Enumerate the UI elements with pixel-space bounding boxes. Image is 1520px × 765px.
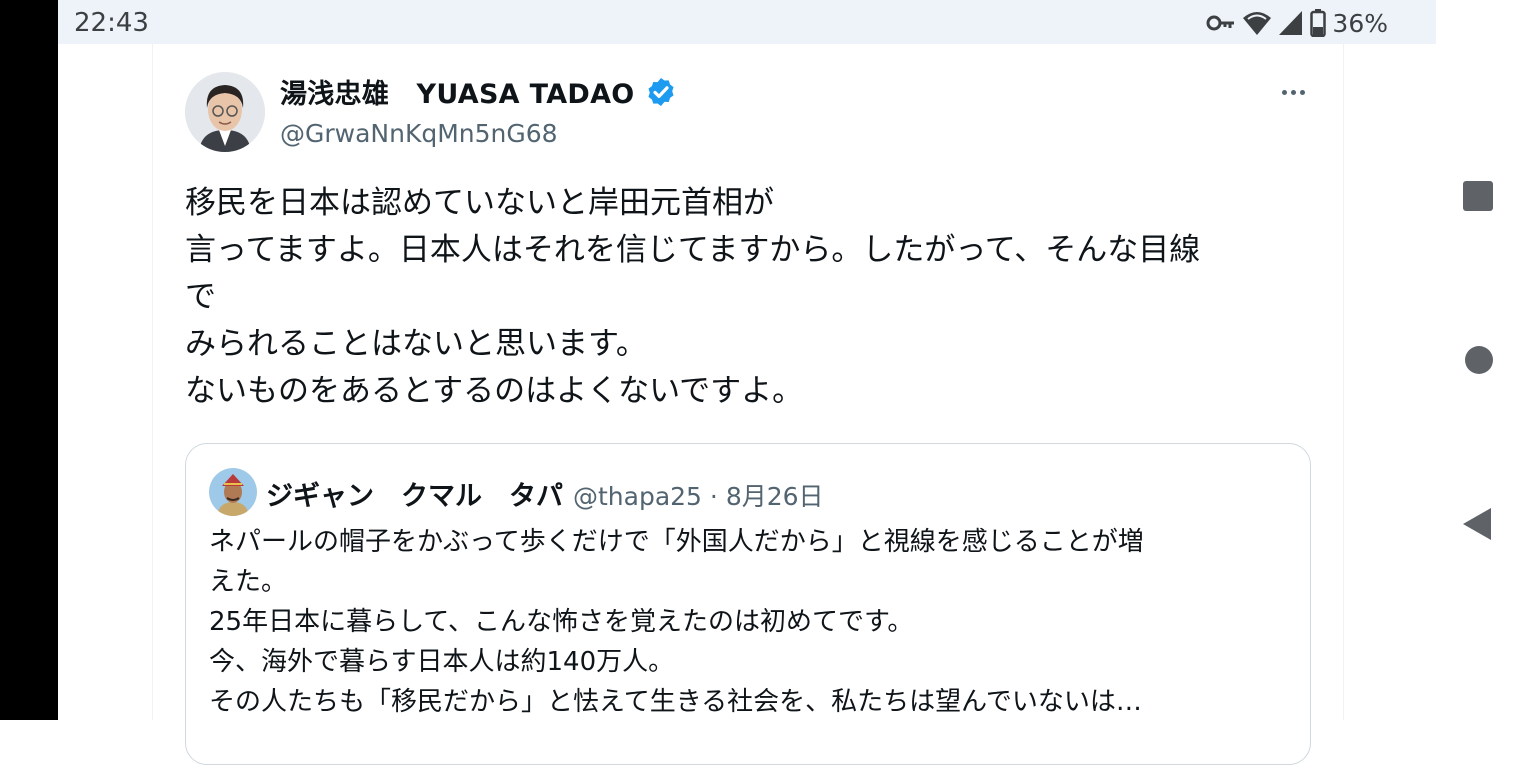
quoted-header: ジギャン クマル タパ @thapa25 · 8月26日 <box>266 474 824 513</box>
tweet-text-line: で <box>185 279 216 315</box>
quoted-separator: · <box>701 482 726 511</box>
quoted-text: ネパールの帽子をかぶって歩くだけで「外国人だから」と視線を感じることが増 えた。… <box>209 522 1289 722</box>
status-time: 22:43 <box>74 8 149 38</box>
verified-badge-icon <box>648 77 674 106</box>
signal-icon <box>1279 11 1303 35</box>
author-info[interactable]: 湯浅忠雄 YUASA TADAO @GrwaNnKqMn5nG68 <box>280 72 677 148</box>
status-icons: 36% <box>1206 8 1388 38</box>
more-icon <box>1281 89 1287 95</box>
avatar-photo <box>185 72 265 152</box>
tweet-text: 移民を日本は認めていないと岸田元首相が 言ってますよ。日本人はそれを信じてますか… <box>185 180 1315 415</box>
quoted-author-avatar <box>209 468 257 516</box>
triangle-back-icon[interactable] <box>1461 506 1493 542</box>
quoted-date: 8月26日 <box>725 482 824 511</box>
author-handle[interactable]: @GrwaNnKqMn5nG68 <box>280 119 677 148</box>
quoted-avatar-image <box>209 468 257 516</box>
quoted-text-line: その人たちも「移民だから」と怯えて生きる社会を、私たちは望んでいないは… <box>209 687 1142 717</box>
quoted-text-line: えた。 <box>209 567 288 597</box>
tweet-text-line: みられることはないと思います。 <box>185 326 647 362</box>
quoted-tweet-card[interactable]: ジギャン クマル タパ @thapa25 · 8月26日 ネパールの帽子をかぶっ… <box>185 443 1311 765</box>
author-display-name[interactable]: 湯浅忠雄 YUASA TADAO <box>280 72 635 111</box>
status-bar: 22:43 36% <box>58 0 1436 44</box>
quoted-text-line: ネパールの帽子をかぶって歩くだけで「外国人だから」と視線を感じることが増 <box>209 527 1144 557</box>
tweet-detail: 湯浅忠雄 YUASA TADAO @GrwaNnKqMn5nG68 移民を日本は… <box>152 44 1344 765</box>
quoted-text-line: 25年日本に暮らして、こんな怖さを覚えたのは初めてです。 <box>209 607 914 637</box>
vpn-key-icon <box>1206 15 1235 31</box>
name-row: 湯浅忠雄 YUASA TADAO <box>280 72 677 111</box>
author-avatar[interactable] <box>185 72 265 152</box>
tweet-text-line: ないものをあるとするのはよくないですよ。 <box>185 373 804 409</box>
quoted-text-line: 今、海外で暮らす日本人は約140万人。 <box>209 647 675 677</box>
battery-percentage: 36% <box>1332 8 1388 38</box>
battery-icon <box>1310 9 1327 37</box>
left-black-bar <box>0 0 58 720</box>
circle-home-icon[interactable] <box>1464 345 1494 375</box>
tweet-text-line: 言ってますよ。日本人はそれを信じてますから。したがって、そんな目線 <box>185 232 1201 268</box>
tweet-text-line: 移民を日本は認めていないと岸田元首相が <box>185 185 774 221</box>
quoted-handle: @thapa25 <box>573 482 702 511</box>
navigation-bar <box>1436 0 1520 720</box>
quoted-display-name: ジギャン クマル タパ <box>266 481 563 512</box>
more-options-button[interactable] <box>1275 74 1311 110</box>
square-recents-icon[interactable] <box>1462 180 1494 212</box>
wifi-icon <box>1243 12 1272 35</box>
